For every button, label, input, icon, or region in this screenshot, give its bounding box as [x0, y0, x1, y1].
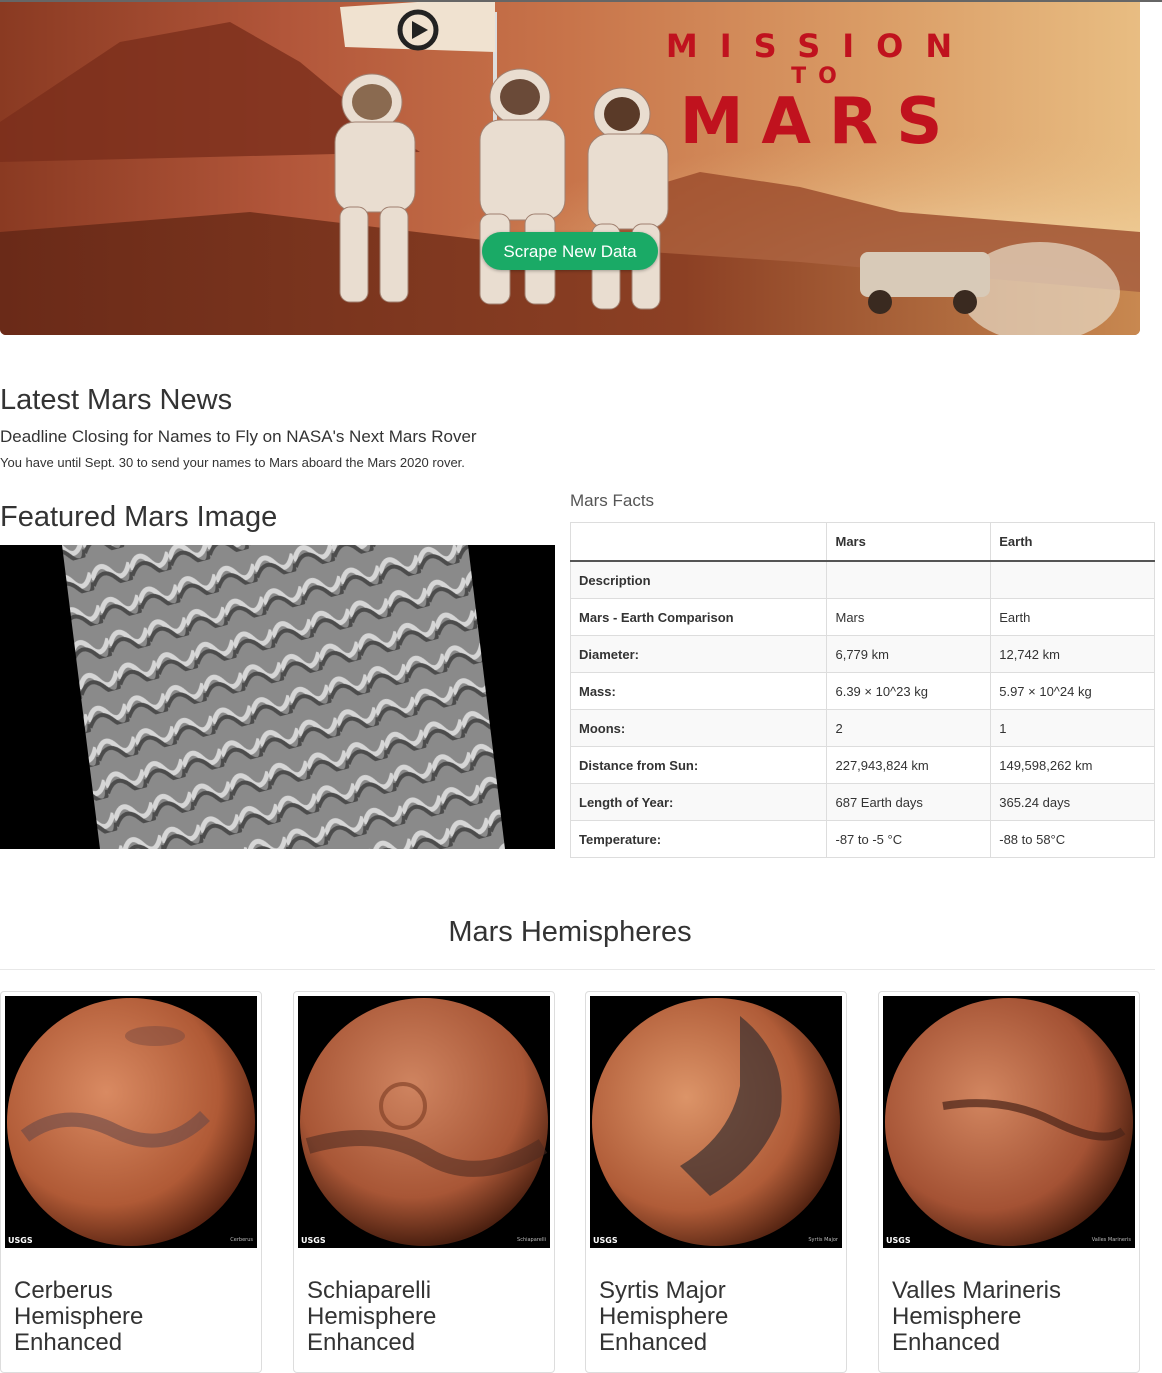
earth-value: 149,598,262 km [990, 746, 1155, 784]
image-caption: Schiaparelli [517, 1237, 546, 1243]
hemisphere-image[interactable]: USGS Syrtis Major [590, 996, 842, 1248]
usgs-logo: USGS [301, 1236, 326, 1245]
hero-banner: MISSION TO MARS Scrape New Data [0, 2, 1140, 335]
hemisphere-image[interactable]: USGS Valles Marineris [883, 996, 1135, 1248]
row-label: Description [569, 560, 828, 599]
hemisphere-card-syrtis-major[interactable]: USGS Syrtis Major Syrtis Major Hemispher… [585, 991, 847, 1373]
mars-value: Mars [826, 598, 992, 636]
mars-value: 227,943,824 km [826, 746, 992, 784]
mars-value: 6,779 km [826, 635, 992, 673]
mars-globe-image [885, 998, 1133, 1246]
earth-value: -88 to 58°C [990, 820, 1155, 858]
hemisphere-title[interactable]: Syrtis Major Hemisphere Enhanced [599, 1278, 809, 1356]
mars-value: 6.39 × 10^23 kg [826, 672, 992, 710]
news-heading: Latest Mars News [0, 384, 233, 416]
header-cell-mars: Mars [826, 522, 992, 562]
table-row: Diameter: 6,779 km 12,742 km [569, 635, 1155, 673]
usgs-logo: USGS [8, 1236, 33, 1245]
earth-value: 12,742 km [990, 635, 1155, 673]
hero-title-line3: MARS [679, 85, 961, 159]
news-title: Deadline Closing for Names to Fly on NAS… [0, 427, 477, 446]
earth-value: 1 [990, 709, 1155, 747]
scrape-new-data-button[interactable]: Scrape New Data [482, 232, 658, 270]
table-header-row: Mars Earth [569, 522, 1155, 562]
hemisphere-image[interactable]: USGS Schiaparelli [298, 996, 550, 1248]
earth-value: 5.97 × 10^24 kg [990, 672, 1155, 710]
row-label: Distance from Sun: [569, 746, 828, 784]
earth-value: Earth [990, 598, 1155, 636]
hemisphere-card-schiaparelli[interactable]: USGS Schiaparelli Schiaparelli Hemispher… [293, 991, 555, 1373]
mars-globe-image [7, 998, 255, 1246]
hemisphere-title[interactable]: Schiaparelli Hemisphere Enhanced [307, 1278, 517, 1356]
row-label: Mass: [569, 672, 828, 710]
hemisphere-title[interactable]: Valles Marineris Hemisphere Enhanced [892, 1278, 1102, 1356]
mars-value: 687 Earth days [826, 783, 992, 821]
featured-image-heading: Featured Mars Image [0, 501, 278, 533]
image-caption: Syrtis Major [808, 1237, 838, 1243]
divider [0, 969, 1155, 970]
hemisphere-title[interactable]: Cerberus Hemisphere Enhanced [14, 1278, 224, 1356]
news-teaser: You have until Sept. 30 to send your nam… [0, 455, 465, 470]
featured-mars-image[interactable] [0, 545, 555, 849]
table-row: Description [569, 560, 1155, 599]
table-row: Mars - Earth Comparison Mars Earth [569, 598, 1155, 636]
table-row: Length of Year: 687 Earth days 365.24 da… [569, 783, 1155, 821]
mars-value [826, 560, 992, 599]
image-caption: Valles Marineris [1091, 1237, 1131, 1243]
hero-title-line1: MISSION [665, 27, 975, 65]
hemisphere-card-valles-marineris[interactable]: USGS Valles Marineris Valles Marineris H… [878, 991, 1140, 1373]
mars-value: -87 to -5 °C [826, 820, 992, 858]
hemisphere-image[interactable]: USGS Cerberus [5, 996, 257, 1248]
usgs-logo: USGS [886, 1236, 911, 1245]
header-cell-earth: Earth [990, 522, 1155, 562]
hero-title: MISSION TO MARS [560, 30, 1080, 154]
row-label: Length of Year: [569, 783, 828, 821]
row-label: Mars - Earth Comparison [569, 598, 828, 636]
mars-globe-image [592, 998, 840, 1246]
usgs-logo: USGS [593, 1236, 618, 1245]
featured-image-graphic [62, 545, 505, 849]
hemisphere-card-cerberus[interactable]: USGS Cerberus Cerberus Hemisphere Enhanc… [0, 991, 262, 1373]
facts-caption: Mars Facts [570, 491, 655, 510]
image-caption: Cerberus [230, 1237, 253, 1243]
header-cell [569, 522, 828, 562]
row-label: Diameter: [569, 635, 828, 673]
mars-globe-image [300, 998, 548, 1246]
mars-value: 2 [826, 709, 992, 747]
hemispheres-heading: Mars Hemispheres [448, 916, 692, 948]
table-row: Mass: 6.39 × 10^23 kg 5.97 × 10^24 kg [569, 672, 1155, 710]
row-label: Moons: [569, 709, 828, 747]
earth-value [990, 560, 1155, 599]
row-label: Temperature: [569, 820, 828, 858]
earth-value: 365.24 days [990, 783, 1155, 821]
table-row: Moons: 2 1 [569, 709, 1155, 747]
mars-facts-table: Mars Earth Description Mars - Earth Comp… [569, 522, 1155, 858]
table-row: Distance from Sun: 227,943,824 km 149,59… [569, 746, 1155, 784]
table-row: Temperature: -87 to -5 °C -88 to 58°C [569, 820, 1155, 858]
